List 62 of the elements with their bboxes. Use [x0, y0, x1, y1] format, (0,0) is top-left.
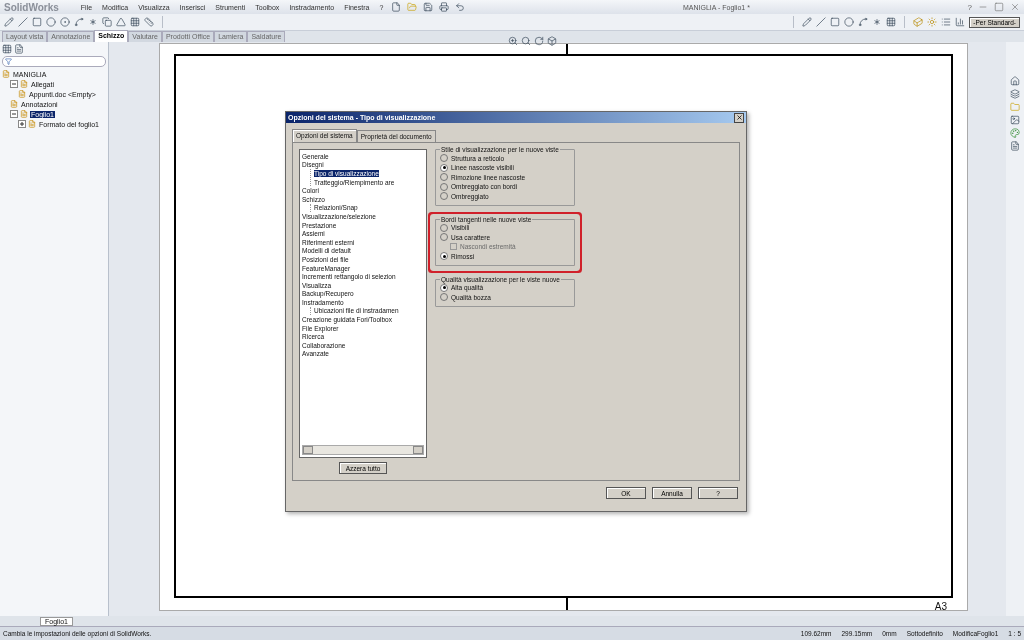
radio-button[interactable]	[440, 163, 448, 172]
rectangle-icon[interactable]	[32, 17, 42, 27]
scrollbar[interactable]	[302, 445, 424, 455]
rotate-icon[interactable]	[534, 36, 544, 46]
document-icon	[2, 70, 10, 78]
copy-icon[interactable]	[102, 17, 112, 27]
close-icon[interactable]	[1010, 2, 1020, 12]
expander[interactable]	[10, 80, 18, 88]
document-icon	[20, 80, 28, 88]
minus-icon	[12, 82, 16, 86]
document-icon[interactable]	[1010, 141, 1020, 151]
sheet-size: A3	[934, 601, 947, 612]
radio-button[interactable]	[440, 283, 448, 292]
save-icon[interactable]	[423, 2, 434, 12]
pencil-icon[interactable]	[802, 17, 813, 27]
grid-icon[interactable]	[130, 17, 140, 27]
chart-icon[interactable]	[955, 17, 966, 27]
line-icon[interactable]	[816, 17, 827, 27]
radio-button[interactable]	[440, 252, 448, 261]
document-icon	[18, 90, 26, 98]
close-button[interactable]	[734, 112, 744, 123]
properties-tab-icon[interactable]	[14, 44, 24, 54]
cube-icon[interactable]	[913, 17, 924, 27]
expander[interactable]	[18, 120, 26, 128]
document-icon	[28, 120, 36, 128]
filter-field[interactable]	[2, 56, 106, 67]
layers-icon[interactable]	[1010, 89, 1020, 99]
zoom-icon[interactable]	[508, 36, 518, 46]
rectangle-icon[interactable]	[830, 17, 841, 27]
list-icon[interactable]	[941, 17, 952, 27]
grid-icon[interactable]	[886, 17, 897, 27]
app-logo: SolidWorks	[4, 1, 59, 13]
sun-icon[interactable]	[927, 17, 938, 27]
home-icon[interactable]	[1010, 76, 1020, 86]
image-icon[interactable]	[1010, 115, 1020, 125]
asterisk-icon[interactable]	[88, 17, 98, 27]
printer-icon[interactable]	[439, 2, 450, 12]
spline-icon[interactable]	[74, 17, 84, 27]
asterisk-icon[interactable]	[872, 17, 883, 27]
line-icon[interactable]	[18, 17, 28, 27]
palette-icon[interactable]	[1010, 128, 1020, 138]
new-file-icon[interactable]	[391, 2, 402, 12]
pencil-icon[interactable]	[4, 17, 14, 27]
search-icon[interactable]	[521, 36, 531, 46]
plus-icon	[20, 122, 24, 126]
minus-icon	[12, 112, 16, 116]
circle-dot-icon[interactable]	[60, 17, 70, 27]
box-icon[interactable]	[547, 36, 557, 46]
document-icon	[10, 100, 18, 108]
undo-icon[interactable]	[455, 2, 466, 12]
expander[interactable]	[10, 110, 18, 118]
filter-icon	[5, 58, 12, 65]
tree-tab-icon[interactable]	[2, 44, 12, 54]
spline-icon[interactable]	[858, 17, 869, 27]
folder-icon[interactable]	[407, 2, 418, 12]
circle-icon[interactable]	[46, 17, 56, 27]
document-icon	[20, 110, 28, 118]
ruler-icon[interactable]	[144, 17, 154, 27]
help-button[interactable]: ?	[967, 2, 972, 12]
triangle-icon[interactable]	[116, 17, 126, 27]
circle-icon[interactable]	[844, 17, 855, 27]
maximize-icon[interactable]	[994, 2, 1004, 12]
